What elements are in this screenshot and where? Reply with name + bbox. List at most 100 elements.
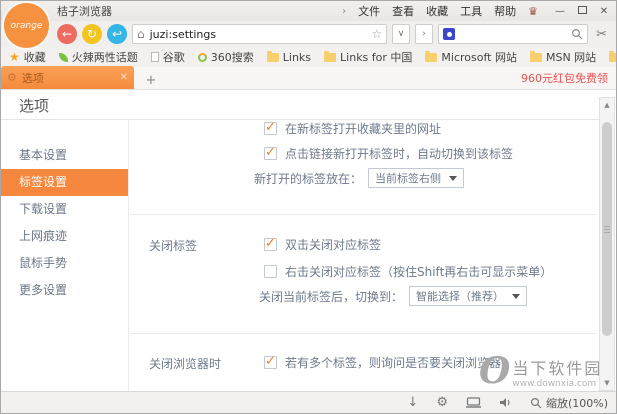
menu-favorites[interactable]: 收藏	[426, 3, 448, 19]
promo-link[interactable]: 960元红包免费领	[521, 70, 616, 86]
bookmark-item[interactable]: 谷歌	[151, 49, 185, 65]
new-tab-button[interactable]: +	[140, 71, 162, 89]
close-button[interactable]: ✕	[598, 6, 610, 17]
switch-to-dropdown[interactable]: 智能选择（推荐）	[409, 286, 527, 306]
bookmark-item[interactable]: 火辣两性话题	[59, 49, 138, 65]
leaf-icon	[59, 53, 68, 62]
360-search-icon	[198, 53, 207, 62]
gear-icon[interactable]: ⚙	[436, 395, 448, 410]
watermark-name: 当下软件园	[512, 355, 602, 379]
page-icon	[151, 52, 159, 62]
bookmark-folder[interactable]: Windows Live	[609, 51, 616, 64]
sidebar-item-download[interactable]: 下载设置	[1, 196, 128, 223]
menu-file[interactable]: 文件	[358, 3, 380, 19]
bookmarks-bar: ★ 收藏 火辣两性话题 谷歌 360搜索 Links Links for 中国 …	[1, 47, 616, 67]
setting-label: 右击关闭对应标签（按住Shift再右击可显示菜单）	[285, 263, 552, 280]
sidebar-item-tabs[interactable]: 标签设置	[1, 169, 128, 196]
chevron-down-icon	[449, 176, 457, 181]
speaker-icon[interactable]	[499, 397, 512, 408]
scroll-down-icon[interactable]: ▼	[600, 379, 614, 387]
star-icon: ★	[9, 50, 20, 64]
setting-row: 双击关闭对应标签	[264, 236, 381, 253]
divider	[130, 214, 596, 215]
checkbox-open-fav[interactable]	[264, 122, 277, 135]
address-text[interactable]: juzi:settings	[150, 28, 367, 41]
maximize-button[interactable]	[576, 6, 588, 17]
tab-label: 选项	[22, 70, 115, 86]
search-engine-icon[interactable]	[443, 28, 455, 40]
bookmark-favorites[interactable]: ★ 收藏	[9, 49, 46, 65]
setting-label: 在新标签打开收藏夹里的网址	[285, 120, 441, 137]
browser-window: orange 桔子浏览器 › 文件 查看 收藏 工具 帮助 ♛ — ✕ ← ↻ …	[0, 0, 617, 414]
bookmark-folder[interactable]: Microsoft 网站	[425, 49, 517, 65]
setting-label: 若有多个标签，则询问是否要关闭浏览器	[285, 354, 501, 371]
setting-row: 关闭当前标签后，切换到： 智能选择（推荐）	[259, 286, 527, 306]
bookmark-folder[interactable]: Links	[267, 51, 311, 64]
chevron-right-icon[interactable]: ›	[342, 6, 346, 17]
folder-icon	[324, 53, 336, 62]
scrollbar[interactable]: ▲ ▼	[599, 97, 615, 391]
search-box[interactable]	[438, 24, 588, 44]
setting-row: 点击链接新打开标签时，自动切换到该标签	[264, 145, 513, 162]
bookmark-star-icon[interactable]: ☆	[371, 27, 382, 41]
home-icon[interactable]: ⌂	[137, 27, 145, 41]
tab-close-icon[interactable]: ✕	[120, 72, 128, 83]
scissors-icon[interactable]: ✂	[593, 27, 610, 42]
back-button[interactable]: ←	[57, 24, 77, 44]
tab-options[interactable]: ⚙ 选项 ✕	[1, 66, 134, 89]
settings-page: 选项 基本设置 标签设置 下载设置 上网痕迹 鼠标手势 更多设置 在新标签打开收…	[1, 90, 616, 391]
folder-icon	[530, 53, 542, 62]
setting-label: 新打开的标签放在：	[254, 170, 362, 187]
checkbox-ask-on-close[interactable]	[264, 356, 277, 369]
title-bar: orange 桔子浏览器 › 文件 查看 收藏 工具 帮助 ♛ — ✕	[1, 1, 616, 21]
setting-row: 右击关闭对应标签（按住Shift再右击可显示菜单）	[264, 263, 552, 280]
checkbox-rightclick-close[interactable]	[264, 265, 277, 278]
menu-view[interactable]: 查看	[392, 3, 414, 19]
menu-tools[interactable]: 工具	[460, 3, 482, 19]
refresh-button[interactable]: ↻	[82, 24, 102, 44]
zoom-level: 缩放(100%)	[546, 395, 608, 411]
folder-icon	[609, 53, 616, 62]
setting-label: 双击关闭对应标签	[285, 236, 381, 253]
folder-icon	[425, 53, 437, 62]
go-button[interactable]: ›	[415, 24, 433, 44]
newtab-position-dropdown[interactable]: 当前标签右侧	[368, 168, 464, 188]
screen-icon[interactable]	[466, 397, 481, 408]
dropdown-value: 当前标签右侧	[375, 170, 441, 186]
address-bar[interactable]: ⌂ juzi:settings ☆	[132, 24, 387, 44]
bookmark-folder[interactable]: MSN 网站	[530, 49, 596, 65]
address-dropdown-button[interactable]: ∨	[392, 24, 410, 44]
folder-icon	[267, 53, 279, 62]
sidebar-item-gestures[interactable]: 鼠标手势	[1, 250, 128, 277]
sidebar-item-history[interactable]: 上网痕迹	[1, 223, 128, 250]
scroll-up-icon[interactable]: ▲	[600, 101, 614, 109]
section-title-close-tab: 关闭标签	[149, 237, 197, 254]
checkbox-dblclick-close[interactable]	[264, 238, 277, 251]
download-icon[interactable]: ↓	[407, 395, 418, 410]
sidebar-item-more[interactable]: 更多设置	[1, 277, 128, 304]
home-button[interactable]: ↩	[107, 24, 127, 44]
bookmark-folder[interactable]: Links for 中国	[324, 49, 412, 65]
gear-icon: ⚙	[7, 71, 17, 84]
watermark-logo: O	[479, 355, 510, 387]
chevron-down-icon	[512, 294, 520, 299]
navigation-bar: ← ↻ ↩ ⌂ juzi:settings ☆ ∨ › ✂	[1, 21, 616, 47]
setting-row: 在新标签打开收藏夹里的网址	[264, 120, 441, 137]
menu-help[interactable]: 帮助	[494, 3, 516, 19]
setting-label: 点击链接新打开标签时，自动切换到该标签	[285, 145, 513, 162]
tab-bar: ⚙ 选项 ✕ + 960元红包免费领	[1, 67, 616, 90]
minimize-button[interactable]: —	[554, 6, 566, 17]
scrollbar-thumb[interactable]	[602, 122, 612, 336]
checkbox-auto-switch[interactable]	[264, 147, 277, 160]
zoom-search-icon	[530, 397, 542, 409]
search-icon[interactable]	[571, 28, 583, 40]
app-logo: orange	[4, 3, 49, 48]
settings-sidebar: 基本设置 标签设置 下载设置 上网痕迹 鼠标手势 更多设置	[1, 120, 129, 391]
setting-label: 关闭当前标签后，切换到：	[259, 288, 403, 305]
divider	[130, 333, 596, 334]
bookmark-item[interactable]: 360搜索	[198, 49, 254, 65]
zoom-control[interactable]: 缩放(100%)	[530, 395, 608, 411]
sidebar-item-basic[interactable]: 基本设置	[1, 142, 128, 169]
search-input[interactable]	[459, 28, 567, 40]
crown-icon[interactable]: ♛	[528, 5, 538, 18]
